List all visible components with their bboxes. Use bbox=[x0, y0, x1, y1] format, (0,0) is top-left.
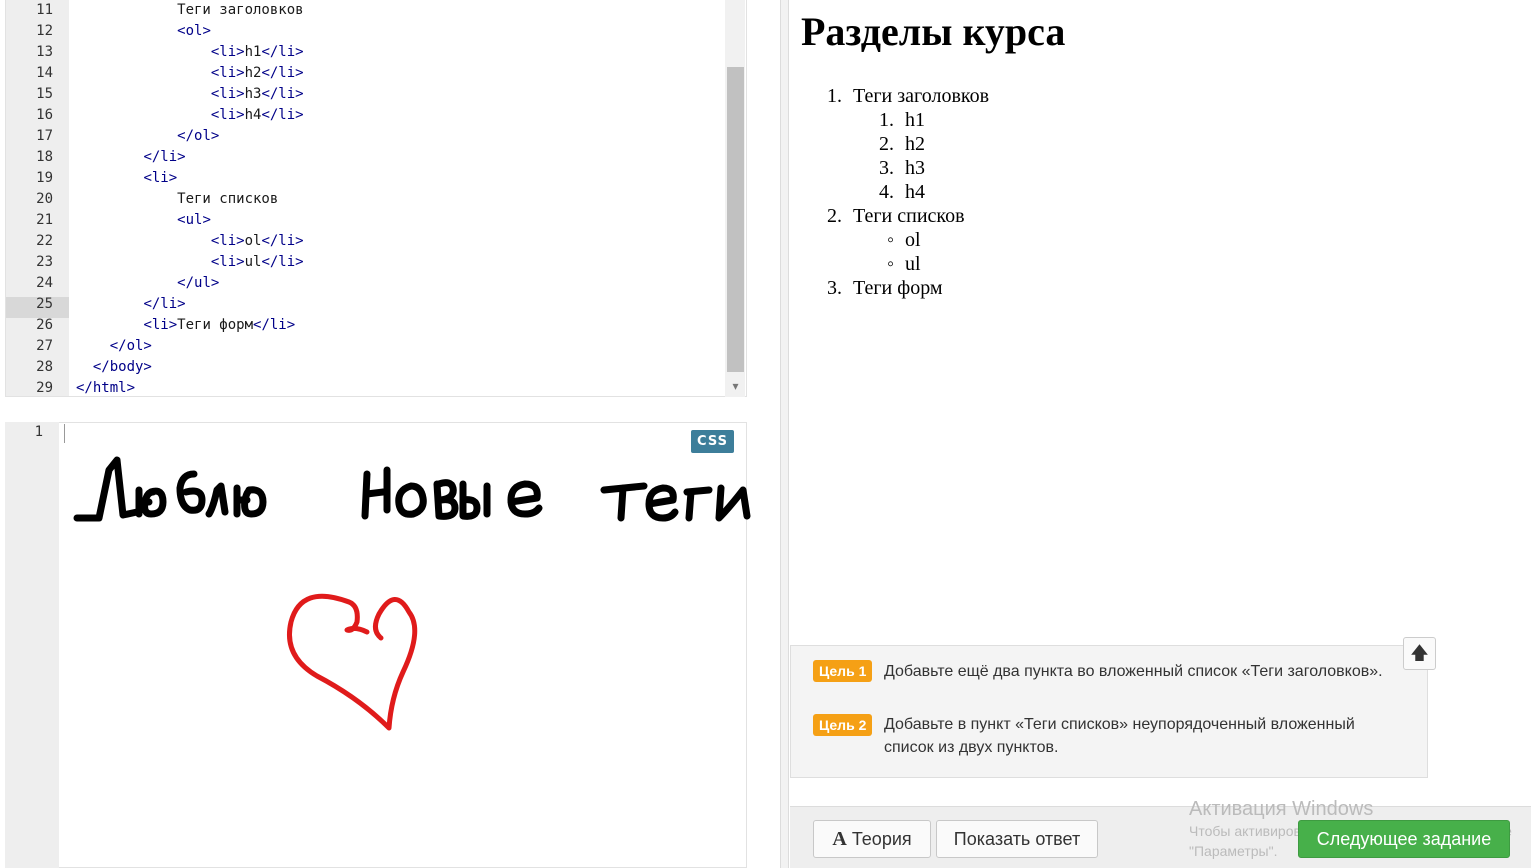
css-line-number: 1 bbox=[34, 424, 43, 440]
line-number: 12 bbox=[36, 23, 53, 39]
goal-badge: Цель 1 bbox=[813, 660, 873, 682]
line-number: 25 bbox=[36, 296, 53, 312]
code-line[interactable]: </ol> bbox=[76, 336, 152, 357]
pane-divider[interactable] bbox=[780, 0, 789, 868]
arrow-up-icon: 🡅 bbox=[1410, 643, 1429, 663]
line-number: 28 bbox=[36, 359, 53, 375]
line-number: 16 bbox=[36, 107, 53, 123]
list-item: 1. h1 bbox=[879, 109, 925, 131]
activation-watermark-text: "Параметры". bbox=[1189, 843, 1278, 859]
code-line[interactable]: <li>Теги форм</li> bbox=[76, 315, 295, 336]
code-line[interactable]: </body> bbox=[76, 357, 152, 378]
list-item: 2. h2 bbox=[879, 133, 925, 155]
activation-watermark-title: Активация Windows bbox=[1189, 798, 1374, 820]
code-line[interactable]: </li> bbox=[76, 147, 185, 168]
list-item: 3. Теги форм bbox=[827, 277, 943, 299]
line-number: 21 bbox=[36, 212, 53, 228]
scrollbar-thumb[interactable] bbox=[727, 67, 744, 372]
line-number: 11 bbox=[36, 2, 53, 18]
theory-button[interactable]: A Теория bbox=[813, 820, 931, 858]
goal-badge: Цель 2 bbox=[813, 714, 873, 736]
code-line[interactable]: </html> bbox=[76, 378, 135, 396]
line-number: 20 bbox=[36, 191, 53, 207]
line-number: 14 bbox=[36, 65, 53, 81]
code-line[interactable]: <li>h4</li> bbox=[76, 105, 304, 126]
line-number: 18 bbox=[36, 149, 53, 165]
handwriting-strokes bbox=[73, 456, 751, 522]
code-line[interactable]: <li>h3</li> bbox=[76, 84, 304, 105]
code-line[interactable]: <ul> bbox=[76, 210, 211, 231]
code-line[interactable]: </ol> bbox=[76, 126, 219, 147]
line-number: 15 bbox=[36, 86, 53, 102]
goal-text: Добавьте ещё два пункта во вложенный спи… bbox=[884, 663, 1383, 680]
line-number: 23 bbox=[36, 254, 53, 270]
code-line[interactable]: <li>h1</li> bbox=[76, 42, 304, 63]
show-answer-button[interactable]: Показать ответ bbox=[936, 820, 1098, 858]
collapse-goals-button[interactable]: 🡅 bbox=[1403, 637, 1436, 670]
list-item: 3. h3 bbox=[879, 157, 925, 179]
heart-drawing bbox=[287, 593, 418, 731]
line-number: 13 bbox=[36, 44, 53, 60]
handwritten-drawing bbox=[73, 456, 751, 731]
font-icon: A bbox=[832, 828, 847, 850]
list-item: ◦ ol bbox=[887, 229, 921, 251]
preview-heading: Разделы курса bbox=[801, 9, 1066, 54]
list-item: 2. Теги списков bbox=[827, 205, 965, 227]
line-number: 17 bbox=[36, 128, 53, 144]
code-line[interactable]: Теги списков bbox=[76, 189, 278, 210]
line-number: 27 bbox=[36, 338, 53, 354]
code-line[interactable]: </ul> bbox=[76, 273, 219, 294]
line-number: 19 bbox=[36, 170, 53, 186]
list-item: 1. Теги заголовков bbox=[827, 85, 990, 107]
css-editor-gutter bbox=[5, 422, 59, 868]
line-number: 29 bbox=[36, 380, 53, 396]
list-item: ◦ ul bbox=[887, 253, 921, 275]
line-number: 26 bbox=[36, 317, 53, 333]
code-line[interactable]: </li> bbox=[76, 294, 185, 315]
list-item: 4. h4 bbox=[879, 181, 925, 203]
code-line[interactable]: <li>ol</li> bbox=[76, 231, 304, 252]
next-task-button[interactable]: Следующее задание bbox=[1298, 820, 1510, 858]
goals-panel: Цель 1 Добавьте ещё два пункта во вложен… bbox=[790, 645, 1428, 778]
goal-text: Добавьте в пункт «Теги списков» неупоряд… bbox=[884, 716, 1355, 756]
code-line[interactable]: <li>ul</li> bbox=[76, 252, 304, 273]
html-editor[interactable]: 11 12 13 14 15 16 17 18 19 20 21 22 23 24 25 26 27 28 29 Т… bbox=[5, 0, 747, 397]
scroll-down-icon[interactable]: ▾ bbox=[727, 376, 744, 396]
line-number: 24 bbox=[36, 275, 53, 291]
line-number: 22 bbox=[36, 233, 53, 249]
code-line[interactable]: <li> bbox=[76, 168, 177, 189]
code-line[interactable]: Теги заголовков bbox=[76, 0, 303, 21]
code-line[interactable]: <li>h2</li> bbox=[76, 63, 304, 84]
code-line[interactable]: <ol> bbox=[76, 21, 211, 42]
